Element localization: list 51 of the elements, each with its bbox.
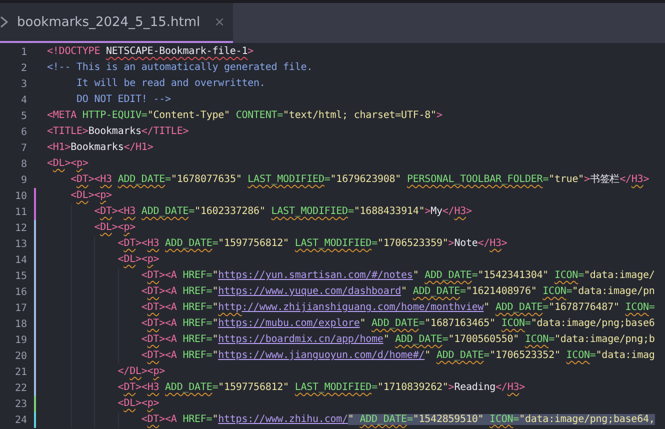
code-line: <!-- This is an automatically generated file.	[47, 61, 313, 75]
line-number: 10	[14, 190, 27, 202]
code-line: <DL><p>	[47, 252, 160, 268]
code-line: <DT><H3 ADD_DATE="1597756812" LAST_MODIFIED="1706523359">Note</H3>	[47, 236, 508, 252]
line-number: 4	[20, 94, 27, 106]
code-line: <DT><A HREF="https://yun.smartisan.com/#/notes" ADD_DATE="1542341304" ICON="data:image/	[47, 268, 655, 284]
code-line: <DT><A HREF="http://www.zhijianshiguang.com/home/monthview" ADD_DATE="1678776487" ICON=	[47, 300, 655, 316]
text-selection: " ADD_DATE="1542859510" ICON="data:image/png;base64,	[348, 414, 655, 425]
file-tab[interactable]: bookmarks_2024_5_15.html ×	[0, 3, 234, 43]
line-number: 24	[14, 414, 27, 426]
line-number: 18	[14, 318, 27, 330]
line-number: 14	[14, 254, 27, 266]
line-number: 3	[20, 78, 27, 90]
code-line: <!DOCTYPE NETSCAPE-Bookmark-file-1>	[47, 45, 254, 59]
line-number: 5	[20, 110, 27, 122]
chevron-icon	[0, 16, 9, 28]
code-line: <DL><p>	[47, 157, 88, 171]
line-number: 12	[14, 222, 27, 234]
code-line: <DT><H3 ADD_DATE="1678077635" LAST_MODIFIED="1679623908" PERSONAL_TOOLBAR_FOLDER="true">书签栏</H3>	[70, 172, 650, 187]
code-line: <DL><p>	[70, 189, 112, 203]
code-line: <DT><A HREF="https://www.zhihu.com/" ADD_DATE="1542859510" ICON="data:image/png;base64,	[47, 412, 655, 428]
line-number: 8	[20, 158, 27, 170]
code-line: <DT><A HREF="https://mubu.com/explore" ADD_DATE="1687163465" ICON="data:image/png;base6	[47, 316, 655, 332]
line-number: 2	[20, 62, 27, 74]
code-line: <DT><H3 ADD_DATE="1602337286" LAST_MODIFIED="1688433914">My</H3>	[47, 204, 472, 220]
code-line: </DL><p>	[47, 364, 166, 380]
code-line: <TITLE>Bookmarks</TITLE>	[47, 125, 189, 139]
code-line: <H1>Bookmarks</H1>	[47, 141, 154, 155]
line-number: 1	[20, 46, 27, 58]
code-line: <DT><A HREF="https://boardmix.cn/app/home" ADD_DATE="1700560550" ICON="data:image/png;b	[47, 332, 655, 348]
line-number: 22	[14, 382, 27, 394]
line-number: 16	[14, 286, 27, 298]
line-number: 15	[14, 270, 27, 282]
line-number: 21	[14, 366, 27, 378]
code-line: It will be read and overwritten.	[76, 77, 266, 91]
line-number: 20	[14, 350, 27, 362]
line-number: 17	[14, 302, 27, 314]
line-number: 19	[14, 334, 27, 346]
line-number: 7	[20, 142, 27, 154]
line-number: 23	[14, 398, 27, 410]
code-line: <DT><A HREF="https://www.jianguoyun.com/d/home#/" ADD_DATE="1706523352" ICON="data:imag	[47, 348, 655, 364]
code-line: <DL><p>	[47, 396, 160, 412]
code-line: <DL><p>	[47, 220, 136, 236]
line-number: 6	[20, 126, 27, 138]
code-line: <META HTTP-EQUIV="Content-Type" CONTENT="text/html; charset=UTF-8">	[47, 109, 442, 123]
line-number: 13	[14, 238, 27, 250]
code-line: <DT><H3 ADD_DATE="1597756812" LAST_MODIFIED="1710839262">Reading</H3>	[47, 380, 526, 396]
line-number: 9	[20, 174, 27, 186]
code-line: <DT><A HREF="https://www.yuque.com/dashboard" ADD_DATE="1621408976" ICON="data:image/pn	[47, 284, 655, 300]
code-line: DO NOT EDIT! -->	[76, 93, 171, 107]
line-number: 11	[14, 206, 27, 218]
